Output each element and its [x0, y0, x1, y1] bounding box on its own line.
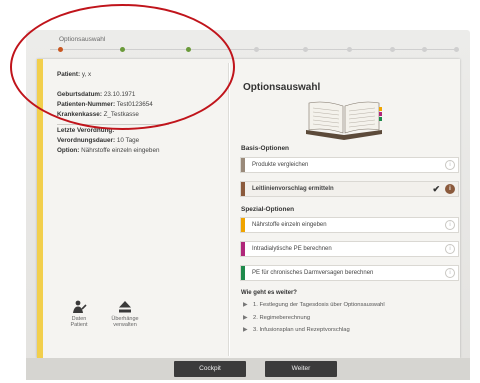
progress-step-9[interactable]: [454, 47, 459, 52]
progress-step-8[interactable]: [422, 47, 427, 52]
next-step-item: ▶ 1. Festlegung der Tagesdosis über Optio…: [243, 302, 385, 308]
option-label: Produkte vergleichen: [252, 162, 309, 168]
triangle-right-icon: ▶: [243, 327, 248, 333]
page-title: Optionsauswahl: [243, 82, 321, 93]
option-chronic-intestinal-failure[interactable]: PE für chronisches Darmversagen berechne…: [240, 265, 459, 281]
info-icon[interactable]: i: [445, 160, 455, 170]
duration-label: Verordnungsdauer:: [57, 137, 116, 144]
option-label: PE für chronisches Darmversagen berechne…: [252, 270, 374, 276]
option-stripe: [241, 182, 245, 196]
option-stripe: [241, 266, 245, 280]
next-step-label: 1. Festlegung der Tagesdosis über Option…: [253, 302, 385, 308]
next-step-label: 3. Infusionsplan und Rezeptvorschlag: [253, 327, 350, 333]
checkmark-icon: ✔: [432, 184, 440, 194]
column-divider: [229, 63, 230, 356]
option-intradialytic-pe[interactable]: Intradialytische PE berechnen i: [240, 241, 459, 257]
option-label: Leitlinienvorschlag ermitteln: [252, 186, 334, 192]
basis-options-heading: Basis-Optionen: [241, 145, 290, 152]
option-compare-products[interactable]: Produkte vergleichen i: [240, 157, 459, 173]
progress-step-7[interactable]: [390, 47, 395, 52]
annotation-ellipse: [10, 4, 235, 130]
cockpit-button[interactable]: Cockpit: [174, 361, 246, 377]
next-button[interactable]: Weiter: [265, 361, 337, 377]
next-step-item: ▶ 3. Infusionsplan und Rezeptvorschlag: [243, 327, 350, 333]
option-stripe: [241, 242, 245, 256]
progress-step-4[interactable]: [254, 47, 259, 52]
eject-icon: [105, 300, 145, 316]
book-icon: [306, 101, 382, 140]
handover-line2: verwalten: [113, 322, 137, 328]
person-edit-icon: [59, 300, 99, 316]
option-label: Nährstoffe einzeln eingeben: [252, 222, 327, 228]
option-stripe: [241, 218, 245, 232]
special-options-heading: Spezial-Optionen: [241, 206, 295, 213]
triangle-right-icon: ▶: [243, 302, 248, 308]
option-guideline-proposal[interactable]: Leitlinienvorschlag ermitteln ✔ i: [240, 181, 459, 197]
info-icon[interactable]: i: [445, 244, 455, 254]
triangle-right-icon: ▶: [243, 315, 248, 321]
option-nutrients-single[interactable]: Nährstoffe einzeln eingeben i: [240, 217, 459, 233]
info-icon[interactable]: i: [445, 220, 455, 230]
option-value: Nährstoffe einzeln eingeben: [81, 147, 160, 154]
patient-data-button[interactable]: Daten Patient: [59, 300, 99, 328]
progress-step-6[interactable]: [347, 47, 352, 52]
manage-handover-button[interactable]: Überhänge verwalten: [105, 300, 145, 328]
patient-data-line2: Patient: [70, 322, 88, 328]
footer-bar: [26, 358, 470, 380]
option-label: Intradialytische PE berechnen: [252, 246, 332, 252]
next-steps-heading: Wie geht es weiter?: [241, 290, 297, 296]
option-label: Option:: [57, 147, 80, 154]
info-icon[interactable]: i: [445, 184, 455, 194]
progress-step-5[interactable]: [303, 47, 308, 52]
option-stripe: [241, 158, 245, 172]
info-icon[interactable]: i: [445, 268, 455, 278]
duration-value: 10 Tage: [116, 137, 140, 144]
next-step-item: ▶ 2. Regimeberechnung: [243, 315, 310, 321]
next-step-label: 2. Regimeberechnung: [253, 315, 311, 321]
